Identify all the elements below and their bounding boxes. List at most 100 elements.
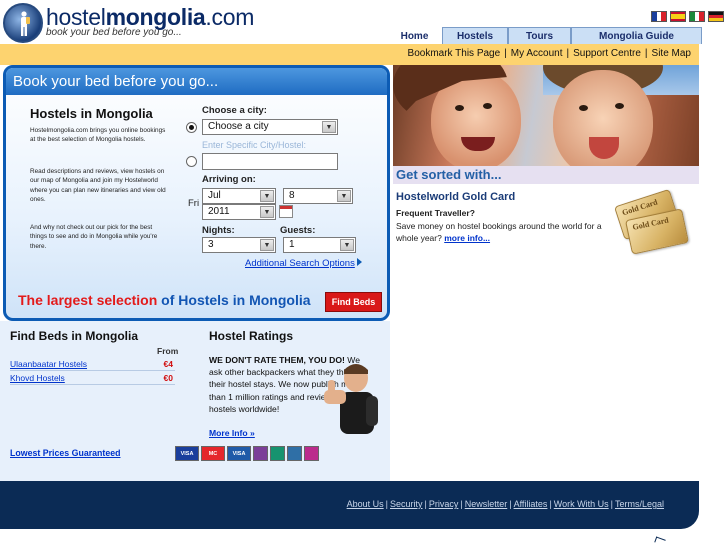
hostel-ratings-heading: Hostel Ratings xyxy=(209,329,294,343)
city-price: €4 xyxy=(163,359,173,369)
from-price-label: From xyxy=(157,346,179,356)
utility-links: Bookmark This Page | My Account | Support Ce… xyxy=(407,48,691,59)
ulaanbaatar-hostels-link[interactable]: Ulaanbaatar Hostels xyxy=(10,359,87,369)
spanish-flag-icon[interactable] xyxy=(670,11,686,22)
frequent-traveller-label: Frequent Traveller? xyxy=(396,208,475,218)
promo-headline: The largest selection of Hostels in Mong… xyxy=(18,292,311,308)
main-nav-tabs: Home Hostels Tours Mongolia Guide xyxy=(387,27,702,44)
chevron-down-icon: ▼ xyxy=(337,190,351,202)
german-flag-icon[interactable] xyxy=(708,11,724,22)
footer-links: About Us | Security | Privacy | Newsletter | Aff… xyxy=(346,499,664,509)
weekday-label: Fri xyxy=(188,198,200,209)
logo-text-suffix: .com xyxy=(205,4,255,30)
arriving-label: Arriving on: xyxy=(202,174,256,185)
nights-label: Nights: xyxy=(202,225,235,236)
site-map-link[interactable]: Site Map xyxy=(652,48,691,59)
ratings-more-info-link[interactable]: More Info » xyxy=(209,428,255,438)
site-tagline: book your bed before you go... xyxy=(46,27,182,38)
intro-paragraph: Hostelmongolia.com brings you online boo… xyxy=(30,127,166,144)
find-beds-heading: Find Beds in Mongolia xyxy=(10,329,138,343)
work-with-us-link[interactable]: Work With Us xyxy=(554,499,609,509)
backpacker-icon xyxy=(21,11,30,36)
payment-card-logos: VISA MC VISA xyxy=(175,446,319,461)
chevron-down-icon: ▼ xyxy=(322,121,336,133)
city-select[interactable]: Choose a city ▼ xyxy=(202,119,338,135)
khovd-hostels-link[interactable]: Khovd Hostels xyxy=(10,373,65,383)
promo-headline-blue: of Hostels in Mongolia xyxy=(161,292,311,308)
diners-card-icon xyxy=(304,446,319,461)
tab-tours[interactable]: Tours xyxy=(508,27,571,44)
day-select-value: 8 xyxy=(289,190,295,201)
get-sorted-banner: Get sorted with... xyxy=(393,166,699,184)
terms-legal-link[interactable]: Terms/Legal xyxy=(615,499,664,509)
gold-card-description: Save money on hostel bookings around the… xyxy=(396,220,611,244)
tab-home[interactable]: Home xyxy=(387,27,442,44)
specific-city-radio[interactable] xyxy=(186,156,197,167)
visa-card-icon: VISA xyxy=(175,446,199,461)
bookmark-link[interactable]: Bookmark This Page xyxy=(408,48,501,59)
chevron-down-icon: ▼ xyxy=(260,190,274,202)
language-flags xyxy=(651,11,724,22)
privacy-link[interactable]: Privacy xyxy=(429,499,459,509)
year-select[interactable]: 2011 ▼ xyxy=(202,204,276,220)
row-divider xyxy=(10,384,175,385)
specific-city-hint: Enter Specific City/Hostel: xyxy=(202,140,307,150)
city-list-radio[interactable] xyxy=(186,122,197,133)
switch-card-icon xyxy=(253,446,268,461)
french-flag-icon[interactable] xyxy=(651,11,667,22)
search-panel: Book your bed before you go... Hostels i… xyxy=(3,65,390,321)
corner-mark xyxy=(654,536,666,546)
affiliates-link[interactable]: Affiliates xyxy=(514,499,548,509)
mastercard-card-icon: MC xyxy=(201,446,225,461)
month-select-value: Jul xyxy=(208,190,221,201)
search-panel-title: Book your bed before you go... xyxy=(6,68,387,95)
thumbs-up-backpacker-icon xyxy=(324,364,378,434)
gold-card-label: Gold Card xyxy=(631,215,670,232)
play-arrow-icon xyxy=(356,258,362,266)
guests-select[interactable]: 1 ▼ xyxy=(283,237,356,253)
support-centre-link[interactable]: Support Centre xyxy=(573,48,641,59)
gold-card-title[interactable]: Hostelworld Gold Card xyxy=(396,191,515,203)
promo-headline-red: The largest selection xyxy=(18,292,158,308)
newsletter-link[interactable]: Newsletter xyxy=(465,499,508,509)
intro-paragraph: Read descriptions and reviews, view host… xyxy=(30,168,166,204)
logo-globe-icon[interactable] xyxy=(3,3,43,43)
specific-city-input[interactable] xyxy=(202,153,338,170)
calendar-icon[interactable] xyxy=(279,205,293,218)
month-select[interactable]: Jul ▼ xyxy=(202,188,276,204)
about-us-link[interactable]: About Us xyxy=(347,499,384,509)
utility-bar: Bookmark This Page | My Account | Support Ce… xyxy=(0,44,699,65)
gold-card-text: Save money on hostel bookings around the… xyxy=(396,221,602,243)
row-divider xyxy=(10,370,175,371)
site-header: hostelmongolia.com book your bed before … xyxy=(0,0,727,44)
choose-city-label: Choose a city: xyxy=(202,105,267,116)
laser-card-icon xyxy=(287,446,302,461)
guests-label: Guests: xyxy=(280,225,316,236)
tab-hostels[interactable]: Hostels xyxy=(442,27,508,44)
nights-select[interactable]: 3 ▼ xyxy=(202,237,276,253)
additional-search-options-link[interactable]: Additional Search Options xyxy=(245,258,362,269)
chevron-down-icon: ▼ xyxy=(260,206,274,218)
visa-electron-card-icon: VISA xyxy=(227,446,251,461)
italian-flag-icon[interactable] xyxy=(689,11,705,22)
site-footer: About Us | Security | Privacy | Newsletter | Aff… xyxy=(0,481,699,529)
nights-select-value: 3 xyxy=(208,239,214,250)
my-account-link[interactable]: My Account xyxy=(511,48,563,59)
guests-select-value: 1 xyxy=(289,239,295,250)
chevron-down-icon: ▼ xyxy=(340,239,354,251)
lowest-prices-link[interactable]: Lowest Prices Guaranteed xyxy=(10,448,121,458)
day-select[interactable]: 8 ▼ xyxy=(283,188,353,204)
find-beds-button[interactable]: Find Beds xyxy=(325,292,382,312)
tab-mongolia-guide[interactable]: Mongolia Guide xyxy=(571,27,702,44)
year-select-value: 2011 xyxy=(208,206,230,217)
security-link[interactable]: Security xyxy=(390,499,423,509)
hero-photo xyxy=(393,65,699,166)
city-price: €0 xyxy=(163,373,173,383)
city-select-value: Choose a city xyxy=(208,121,269,132)
intro-paragraph: And why not check out our pick for the b… xyxy=(30,224,158,250)
intro-heading: Hostels in Mongolia xyxy=(30,106,153,121)
chevron-down-icon: ▼ xyxy=(260,239,274,251)
gold-card-more-info-link[interactable]: more info... xyxy=(444,233,490,243)
additional-search-options-label: Additional Search Options xyxy=(245,258,355,269)
solo-card-icon xyxy=(270,446,285,461)
